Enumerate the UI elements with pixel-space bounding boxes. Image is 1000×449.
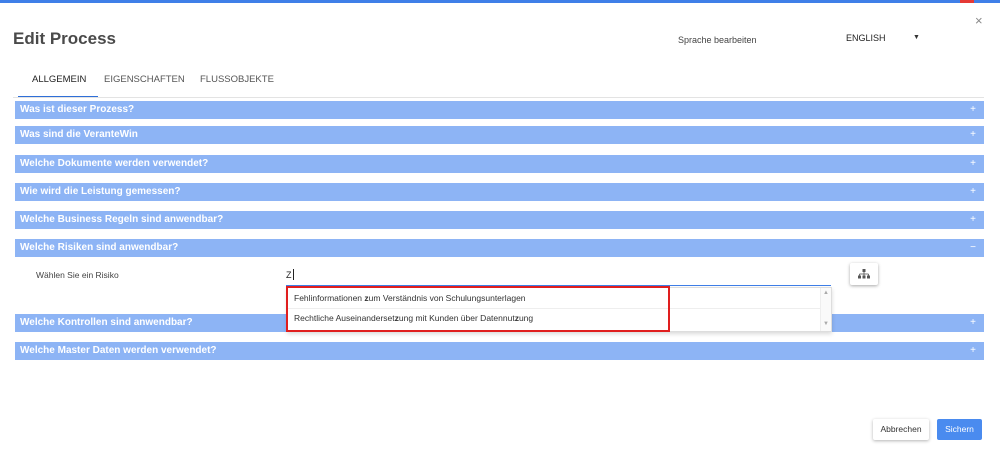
section-title: Welche Kontrollen sind anwendbar? [20, 317, 193, 328]
tab-divider [13, 97, 984, 98]
risk-search-input[interactable]: Z [286, 268, 831, 286]
section-title: Welche Risiken sind anwendbar? [20, 242, 179, 253]
section-header-leistung[interactable]: Wie wird die Leistung gemessen? + [15, 183, 984, 201]
tab-allgemein[interactable]: ALLGEMEIN [32, 74, 86, 85]
cancel-button[interactable]: Abbrechen [873, 419, 929, 440]
tab-flussobjekte[interactable]: FLUSSOBJEKTE [200, 74, 274, 85]
language-select[interactable]: ENGLISH ▼ [846, 33, 926, 47]
section-title: Wie wird die Leistung gemessen? [20, 186, 181, 197]
expand-icon[interactable]: + [970, 183, 976, 201]
hierarchy-button[interactable] [850, 263, 878, 285]
scrollbar[interactable]: ▲ ▼ [820, 288, 831, 331]
section-header-prozess[interactable]: Was ist dieser Prozess? + [15, 101, 984, 119]
language-selected-value: ENGLISH [846, 33, 886, 43]
scroll-up-icon[interactable]: ▲ [823, 290, 829, 296]
expand-icon[interactable]: + [970, 155, 976, 173]
dialog-title: Edit Process [13, 29, 116, 48]
caret-down-icon: ▼ [913, 34, 920, 41]
risk-input-value: Z [286, 270, 292, 280]
expand-icon[interactable]: + [970, 342, 976, 360]
hierarchy-icon [858, 269, 870, 279]
save-button[interactable]: Sichern [937, 419, 982, 440]
top-accent-marker [960, 0, 974, 3]
collapse-icon[interactable]: − [970, 239, 976, 257]
close-icon[interactable]: × [975, 14, 983, 27]
language-label: Sprache bearbeiten [678, 35, 757, 45]
expand-icon[interactable]: + [970, 314, 976, 332]
section-header-risiken[interactable]: Welche Risiken sind anwendbar? − [15, 239, 984, 257]
tab-eigenschaften[interactable]: EIGENSCHAFTEN [104, 74, 185, 85]
section-header-business-regeln[interactable]: Welche Business Regeln sind anwendbar? + [15, 211, 984, 229]
text-cursor [293, 269, 294, 280]
highlight-annotation-box [286, 286, 670, 332]
section-title: Was sind die VeranteWin [20, 129, 138, 140]
expand-icon[interactable]: + [970, 126, 976, 144]
top-accent-bar [0, 0, 1000, 3]
section-header-verantwortung[interactable]: Was sind die VeranteWin + [15, 126, 984, 144]
section-title: Welche Master Daten werden verwendet? [20, 345, 217, 356]
scroll-down-icon[interactable]: ▼ [823, 321, 829, 327]
section-title: Welche Dokumente werden verwendet? [20, 158, 209, 169]
expand-icon[interactable]: + [970, 101, 976, 119]
section-header-master-daten[interactable]: Welche Master Daten werden verwendet? + [15, 342, 984, 360]
risk-field-label: Wählen Sie ein Risiko [36, 270, 119, 280]
section-header-dokumente[interactable]: Welche Dokumente werden verwendet? + [15, 155, 984, 173]
section-title: Was ist dieser Prozess? [20, 104, 135, 115]
expand-icon[interactable]: + [970, 211, 976, 229]
section-title: Welche Business Regeln sind anwendbar? [20, 214, 224, 225]
